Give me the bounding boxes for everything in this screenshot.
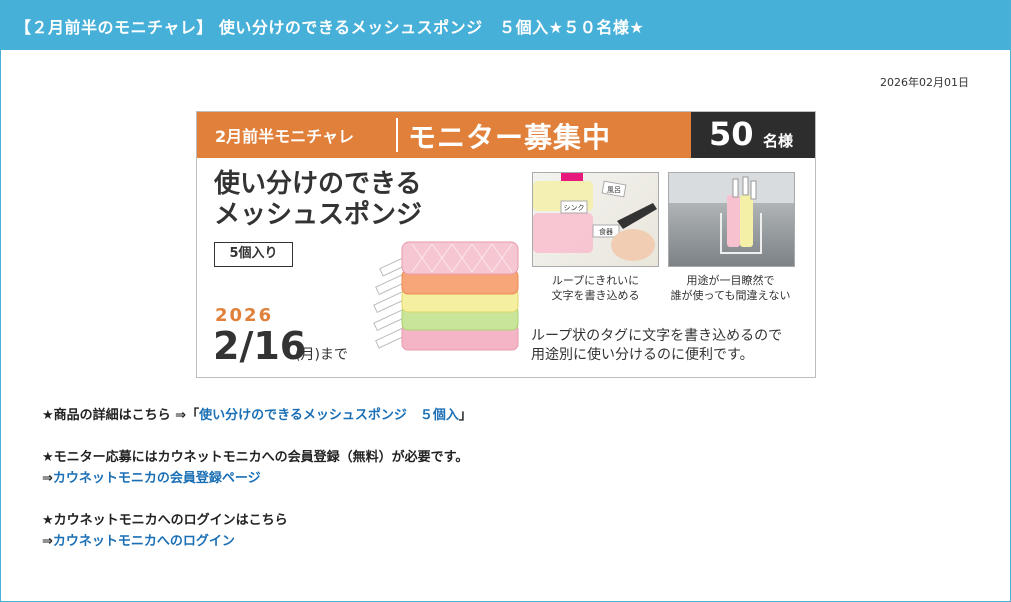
product-name-line1: 使い分けのできる	[214, 169, 422, 199]
product-detail-suffix: 」	[458, 408, 472, 423]
deadline-year: 2026	[215, 305, 274, 326]
registration-link[interactable]: カウネットモニカの会員登録ページ	[53, 471, 261, 486]
page-frame: 【２月前半のモニチャレ】 使い分けのできるメッシュスポンジ ５個入★５０名様★ …	[0, 0, 1011, 602]
sponge-stack-image	[373, 241, 519, 351]
tag-text-2: 風呂	[607, 186, 621, 194]
photo1-caption: ループにきれいに 文字を書き込める	[528, 273, 663, 303]
product-detail-line: ★商品の詳細はこちら ⇒「使い分けのできるメッシュスポンジ ５個入」	[42, 404, 472, 423]
product-quantity-badge: 5個入り	[214, 242, 293, 267]
login-arrow: ⇒	[42, 534, 53, 549]
banner-count-box: 50 名様	[691, 112, 815, 158]
banner-top-strip: 2月前半モニチャレ モニター募集中 50 名様	[197, 112, 815, 158]
login-link-line: ⇒カウネットモニカへのログイン	[42, 530, 235, 549]
deadline-date: 2/16	[213, 324, 307, 368]
login-link[interactable]: カウネットモニカへのログイン	[53, 534, 235, 549]
registration-arrow: ⇒	[42, 471, 53, 486]
banner-description-line2: 用途別に使い分けるのに便利です。	[531, 347, 754, 363]
photo2-caption-line1: 用途が一目瞭然で	[686, 274, 775, 287]
login-notice: ★カウネットモニカへのログインはこちら	[42, 513, 288, 528]
banner-description-line1: ループ状のタグに文字を書き込めるので	[531, 328, 783, 344]
photo1-caption-line2: 文字を書き込める	[551, 289, 640, 302]
pink-label-mark	[561, 173, 583, 181]
banner-count-unit: 名様	[763, 132, 794, 150]
banner-product-name: 使い分けのできる メッシュスポンジ	[214, 169, 422, 231]
tag-writing-photo: シンク 風呂 食器	[532, 172, 659, 267]
tag-writing-illustration: シンク 風呂 食器	[533, 173, 657, 261]
product-detail-link[interactable]: 使い分けのできるメッシュスポンジ ５個入	[199, 408, 459, 423]
deadline-suffix: (月)まで	[295, 347, 348, 363]
sponge-pink-top	[401, 241, 519, 275]
registration-link-line: ⇒カウネットモニカの会員登録ページ	[42, 467, 261, 486]
header-bar: 【２月前半のモニチャレ】 使い分けのできるメッシュスポンジ ５個入★５０名様★	[1, 1, 1010, 50]
page-title: 【２月前半のモニチャレ】 使い分けのできるメッシュスポンジ ５個入★５０名様★	[15, 18, 645, 37]
banner-description: ループ状のタグに文字を書き込めるので 用途別に使い分けるのに便利です。	[531, 327, 782, 365]
registration-notice: ★モニター応募にはカウネットモニカへの会員登録（無料）が必要です。	[42, 450, 469, 465]
banner-count: 50	[709, 115, 754, 153]
sink-holder-photo	[668, 172, 795, 267]
banner-divider	[396, 118, 398, 152]
product-detail-prefix: ★商品の詳細はこちら ⇒「	[42, 408, 200, 423]
tag-text-1: シンク	[564, 204, 585, 212]
photo2-caption: 用途が一目瞭然で 誰が使っても間違えない	[663, 273, 798, 303]
tag-text-3: 食器	[599, 227, 613, 236]
product-name-line2: メッシュスポンジ	[214, 200, 423, 230]
sink-holder-illustration	[669, 173, 794, 254]
post-date: 2026年02月01日	[880, 76, 969, 89]
banner-campaign-name: 2月前半モニチャレ	[215, 127, 354, 146]
banner-headline: モニター募集中	[408, 121, 612, 154]
campaign-banner: 2月前半モニチャレ モニター募集中 50 名様 使い分けのできる メッシュスポン…	[196, 111, 816, 378]
photo2-caption-line2: 誰が使っても間違えない	[670, 289, 791, 302]
photo1-caption-line1: ループにきれいに	[551, 274, 640, 287]
